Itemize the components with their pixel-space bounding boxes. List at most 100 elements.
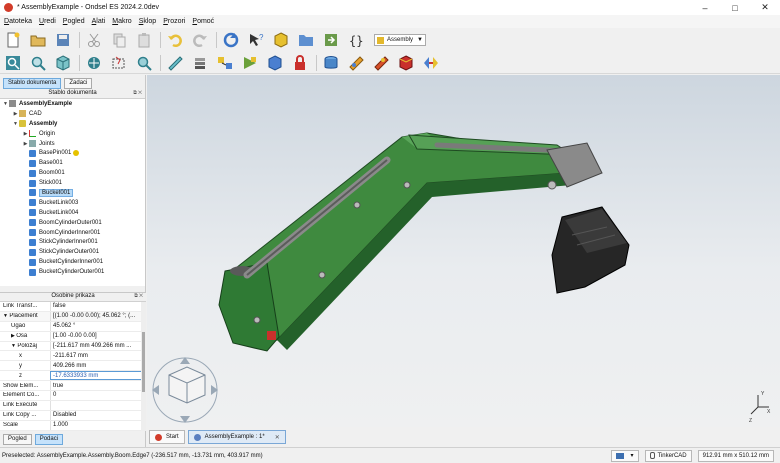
tree-item[interactable]: ▶ Joints bbox=[0, 139, 145, 149]
isometric-view-button[interactable] bbox=[54, 54, 72, 72]
tree-item[interactable]: BucketLink004 bbox=[0, 208, 145, 218]
menu-alati[interactable]: Alati bbox=[92, 18, 106, 25]
3d-viewport[interactable]: Y X Z bbox=[147, 75, 780, 427]
minimize-button[interactable]: – bbox=[690, 0, 720, 15]
property-row[interactable]: ▼ Položaj [-211.617 mm 409.266 mm ... bbox=[0, 341, 146, 352]
tree-item[interactable]: Bucket001 bbox=[0, 188, 145, 198]
cylindrical-joint-button[interactable] bbox=[347, 54, 365, 72]
maximize-button[interactable]: □ bbox=[720, 0, 750, 15]
property-row[interactable]: Ugao 45.062 ° bbox=[0, 321, 146, 332]
fixed-joint-button[interactable] bbox=[266, 54, 284, 72]
macro-button[interactable] bbox=[272, 31, 290, 49]
property-row[interactable]: Show Elem... true bbox=[0, 381, 146, 392]
tab-data[interactable]: Podaci bbox=[34, 433, 64, 445]
expand-right-icon[interactable]: ▶ bbox=[22, 131, 29, 137]
expand-down-icon[interactable]: ▼ bbox=[2, 101, 9, 107]
tree-item[interactable]: ▶ CAD bbox=[0, 109, 145, 119]
draw-style-button[interactable] bbox=[85, 54, 103, 72]
refresh-button[interactable] bbox=[222, 31, 240, 49]
property-row[interactable]: Link Execute bbox=[0, 400, 146, 411]
tab-assembly-example[interactable]: AssemblyExample : 1* ✕ bbox=[187, 430, 286, 444]
redo-button[interactable] bbox=[191, 31, 209, 49]
property-row[interactable]: Scale 1.000 bbox=[0, 420, 146, 431]
menu-prozori[interactable]: Prozori bbox=[163, 18, 185, 25]
solve-button[interactable] bbox=[241, 54, 259, 72]
measure-button[interactable] bbox=[135, 54, 153, 72]
tree-item[interactable]: BucketCylinderInner001 bbox=[0, 257, 145, 267]
tree-item[interactable]: BucketCylinderOuter001 bbox=[0, 267, 145, 277]
excavator-arm-model[interactable]: Y X Z bbox=[147, 75, 780, 427]
tree-item[interactable]: Base001 bbox=[0, 158, 145, 168]
tree-item[interactable]: BoomCylinderOuter001 bbox=[0, 218, 145, 228]
property-row[interactable]: Link Copy ... Disabled bbox=[0, 410, 146, 421]
property-value[interactable]: true bbox=[50, 381, 146, 391]
tree-item[interactable]: BoomCylinderInner001 bbox=[0, 228, 145, 238]
property-value[interactable]: [(1.00 -0.00 0.00); 45.062 °; (... bbox=[50, 311, 146, 321]
revolute-joint-button[interactable] bbox=[322, 54, 340, 72]
fit-all-button[interactable] bbox=[4, 54, 22, 72]
menu-makro[interactable]: Makro bbox=[112, 18, 131, 25]
save-button[interactable] bbox=[54, 31, 72, 49]
tree-item[interactable]: BasePin001 bbox=[0, 148, 145, 158]
property-value[interactable]: 0 bbox=[50, 391, 146, 400]
view-mode-selector[interactable]: ▾ bbox=[611, 449, 639, 462]
property-value[interactable]: 1.000 bbox=[50, 420, 146, 430]
tree-item[interactable]: ▼ Assembly bbox=[0, 119, 145, 129]
tab-document-tree[interactable]: Stablo dokumenta bbox=[3, 77, 62, 89]
close-button[interactable]: ✕ bbox=[750, 0, 780, 15]
new-document-button[interactable] bbox=[4, 31, 22, 49]
export-button[interactable] bbox=[322, 31, 340, 49]
tree-item[interactable]: StickCylinderOuter001 bbox=[0, 247, 145, 257]
panel-float-close-icons[interactable]: ⧉ ✕ bbox=[134, 293, 143, 299]
insert-link-button[interactable] bbox=[166, 54, 184, 72]
property-value[interactable]: [1.00 -0.00 0.00] bbox=[50, 331, 146, 341]
property-row[interactable]: Link Transf... false bbox=[0, 302, 146, 312]
expand-right-icon[interactable]: ▶ bbox=[12, 111, 19, 117]
property-value[interactable]: [-211.617 mm 409.266 mm ... bbox=[50, 341, 146, 351]
navigation-style-selector[interactable]: TinkerCAD bbox=[644, 449, 692, 462]
expand-down-icon[interactable]: ▼ bbox=[12, 121, 19, 127]
property-value[interactable]: Disabled bbox=[50, 410, 146, 420]
copy-button[interactable] bbox=[110, 31, 128, 49]
distance-joint-button[interactable] bbox=[422, 54, 440, 72]
whats-this-button[interactable]: ? bbox=[247, 31, 265, 49]
property-row[interactable]: z -17.6333933 mm bbox=[0, 371, 146, 382]
ground-button[interactable] bbox=[291, 54, 309, 72]
folder-button[interactable] bbox=[297, 31, 315, 49]
tab-start[interactable]: Start bbox=[149, 430, 185, 444]
undo-button[interactable] bbox=[166, 31, 184, 49]
menu-pogled[interactable]: Pogled bbox=[63, 18, 85, 25]
insert-part-button[interactable] bbox=[191, 54, 209, 72]
menu-pomoc[interactable]: Pomoć bbox=[192, 18, 214, 25]
panel-float-close-icons[interactable]: ⧉ ✕ bbox=[133, 90, 142, 96]
scrollbar-thumb[interactable] bbox=[142, 332, 145, 392]
open-button[interactable] bbox=[29, 31, 47, 49]
property-value[interactable]: -211.617 mm bbox=[50, 351, 146, 361]
tree-item[interactable]: BucketLink003 bbox=[0, 198, 145, 208]
property-row[interactable]: Element Co... 0 bbox=[0, 391, 146, 401]
ball-joint-button[interactable] bbox=[397, 54, 415, 72]
bounding-box-button[interactable] bbox=[110, 54, 128, 72]
property-scrollbar[interactable] bbox=[141, 302, 146, 431]
tree-item[interactable]: ▼ AssemblyExample bbox=[0, 99, 145, 109]
fit-selection-button[interactable] bbox=[29, 54, 47, 72]
tree-item[interactable]: StickCylinderInner001 bbox=[0, 237, 145, 247]
slider-joint-button[interactable] bbox=[372, 54, 390, 72]
property-row[interactable]: y 409.266 mm bbox=[0, 361, 146, 372]
tree-item[interactable]: ▶ Origin bbox=[0, 129, 145, 139]
property-value[interactable] bbox=[50, 400, 146, 410]
menu-datoteka[interactable]: Datoteka bbox=[4, 18, 32, 25]
tab-tasks[interactable]: Zadaci bbox=[64, 77, 93, 89]
navigation-cube[interactable] bbox=[152, 357, 218, 423]
property-value[interactable]: 409.266 mm bbox=[50, 361, 146, 371]
python-button[interactable]: {} bbox=[347, 31, 365, 49]
property-row[interactable]: ▼ Placement [(1.00 -0.00 0.00); 45.062 °;… bbox=[0, 311, 146, 322]
cut-button[interactable] bbox=[85, 31, 103, 49]
property-value-input[interactable]: -17.6333933 mm bbox=[50, 371, 146, 381]
paste-button[interactable] bbox=[135, 31, 153, 49]
property-value[interactable]: 45.062 ° bbox=[50, 321, 146, 331]
menu-sklop[interactable]: Sklop bbox=[139, 18, 157, 25]
create-joint-button[interactable] bbox=[216, 54, 234, 72]
property-row[interactable]: ▶ Osa [1.00 -0.00 0.00] bbox=[0, 331, 146, 342]
property-value[interactable]: false bbox=[50, 302, 146, 311]
